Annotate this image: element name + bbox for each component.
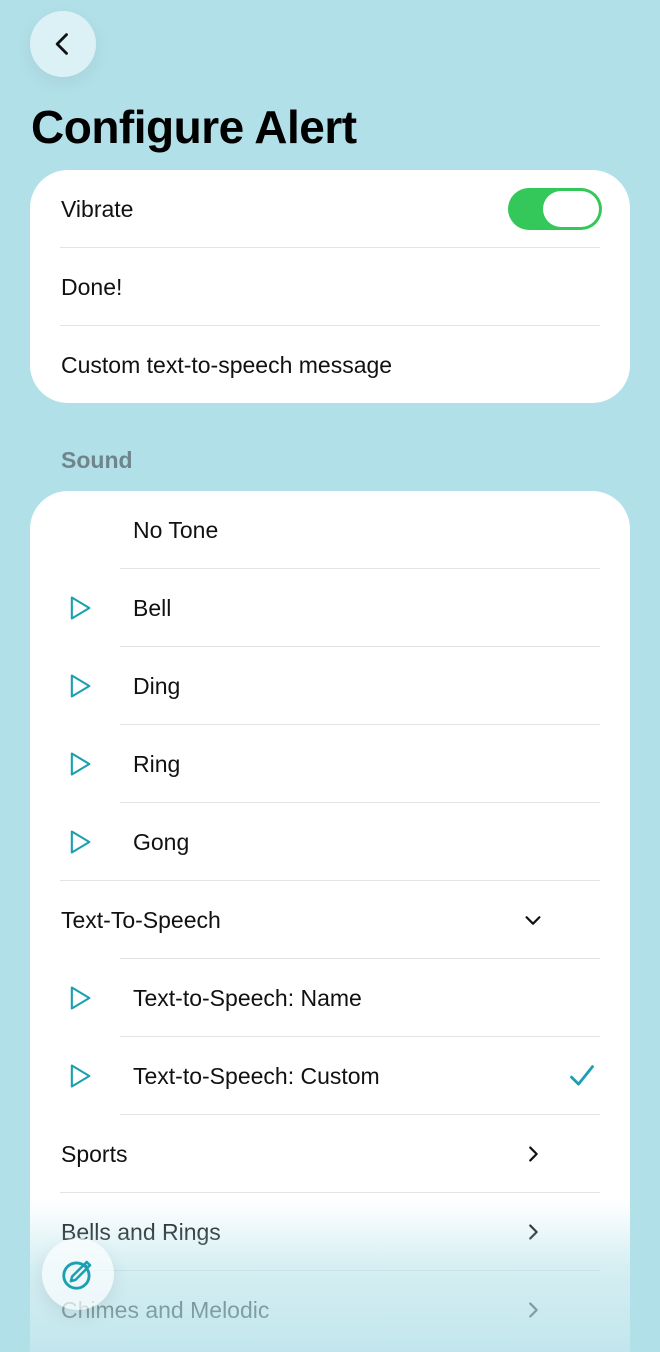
page-title: Configure Alert bbox=[31, 101, 357, 153]
sound-category-label: Sports bbox=[61, 1140, 128, 1167]
toggle-knob bbox=[543, 191, 599, 227]
sound-item-bell[interactable]: Bell bbox=[30, 569, 630, 647]
chevron-right-icon bbox=[529, 1146, 538, 1162]
sound-item-label: Gong bbox=[133, 828, 190, 855]
vibrate-toggle[interactable] bbox=[508, 188, 602, 230]
sound-item-label: Bell bbox=[133, 594, 172, 621]
sound-category-sports[interactable]: Sports bbox=[30, 1115, 630, 1193]
sound-category-bells-and-rings[interactable]: Bells and Rings bbox=[30, 1193, 630, 1271]
done-message-label: Done! bbox=[61, 273, 123, 300]
sound-item-label: Text-to-Speech: Name bbox=[133, 984, 362, 1011]
settings-card: Vibrate Done! Custom text-to-speech mess… bbox=[30, 170, 630, 403]
play-icon[interactable] bbox=[66, 672, 94, 700]
sound-category-chimes-and-melodic[interactable]: Chimes and Melodic bbox=[30, 1271, 630, 1349]
done-message-row[interactable]: Done! bbox=[30, 248, 630, 326]
sound-item-gong[interactable]: Gong bbox=[30, 803, 630, 881]
back-button[interactable] bbox=[30, 11, 96, 77]
sound-group-text-to-speech[interactable]: Text-To-Speech bbox=[30, 881, 630, 959]
sound-item-label: Ding bbox=[133, 672, 181, 699]
edit-button[interactable] bbox=[42, 1238, 114, 1310]
play-icon[interactable] bbox=[66, 984, 94, 1012]
play-icon[interactable] bbox=[66, 750, 94, 778]
sound-section-label: Sound bbox=[61, 447, 133, 473]
chevron-right-icon bbox=[529, 1302, 538, 1318]
chevron-right-icon bbox=[529, 1224, 538, 1240]
sound-item-tts-custom[interactable]: Text-to-Speech: Custom bbox=[30, 1037, 630, 1115]
sound-item-label: Ring bbox=[133, 750, 181, 777]
sound-item-label: No Tone bbox=[133, 516, 219, 543]
play-icon[interactable] bbox=[66, 1062, 94, 1090]
checkmark-icon bbox=[570, 1065, 594, 1086]
play-icon[interactable] bbox=[66, 828, 94, 856]
sound-group-label: Text-To-Speech bbox=[61, 906, 221, 933]
sound-card: No Tone Bell Ding Ring Gong Text-To-Spee… bbox=[30, 491, 630, 1352]
vibrate-row[interactable]: Vibrate bbox=[30, 170, 630, 248]
chevron-down-icon bbox=[525, 916, 541, 925]
chevron-left-icon bbox=[55, 33, 68, 55]
sound-item-ding[interactable]: Ding bbox=[30, 647, 630, 725]
custom-message-label: Custom text-to-speech message bbox=[61, 351, 393, 378]
sound-item-label: Text-to-Speech: Custom bbox=[133, 1062, 380, 1089]
custom-message-row[interactable]: Custom text-to-speech message bbox=[30, 326, 630, 404]
sound-item-ring[interactable]: Ring bbox=[30, 725, 630, 803]
play-icon[interactable] bbox=[66, 594, 94, 622]
vibrate-label: Vibrate bbox=[61, 195, 134, 222]
sound-item-no-tone[interactable]: No Tone bbox=[30, 491, 630, 569]
edit-pencil-icon bbox=[62, 1260, 92, 1290]
configure-alert-screen: Configure Alert Vibrate Done! Custom tex… bbox=[0, 0, 660, 1352]
sound-item-tts-name[interactable]: Text-to-Speech: Name bbox=[30, 959, 630, 1037]
